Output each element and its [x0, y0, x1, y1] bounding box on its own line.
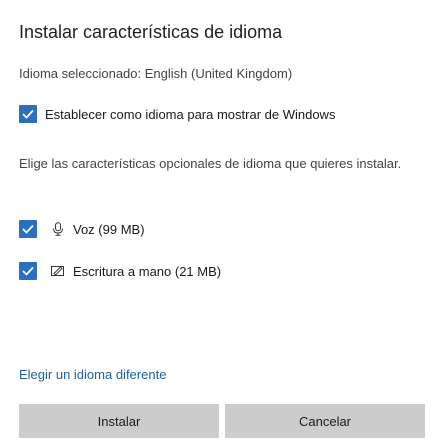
choose-different-language-link[interactable]: Elegir un idioma diferente [19, 367, 166, 382]
voice-label: Voz (99 MB) [73, 221, 145, 237]
checkmark-icon [22, 109, 34, 119]
display-language-checkbox[interactable] [19, 105, 37, 123]
microphone-icon [51, 222, 65, 236]
install-button[interactable]: Instalar [19, 404, 219, 438]
selected-language-text: Idioma seleccionado: English (United Kin… [19, 66, 293, 81]
display-language-option[interactable]: Establecer como idioma para mostrar de W… [19, 105, 335, 123]
install-language-features-dialog: Instalar características de idioma Idiom… [0, 0, 448, 444]
dialog-title: Instalar características de idioma [19, 22, 283, 42]
checkmark-icon [22, 224, 34, 234]
optional-features-description: Elige las características opcionales de … [19, 156, 402, 171]
checkmark-icon [22, 266, 34, 276]
cancel-button[interactable]: Cancelar [225, 404, 425, 438]
display-language-label: Establecer como idioma para mostrar de W… [45, 106, 336, 122]
handwriting-icon [51, 264, 65, 278]
handwriting-checkbox[interactable] [19, 262, 37, 280]
feature-handwriting-option[interactable]: Escritura a mano (21 MB) [19, 262, 221, 280]
handwriting-label: Escritura a mano (21 MB) [73, 263, 222, 279]
feature-voice-option[interactable]: Voz (99 MB) [19, 220, 145, 238]
voice-checkbox[interactable] [19, 220, 37, 238]
